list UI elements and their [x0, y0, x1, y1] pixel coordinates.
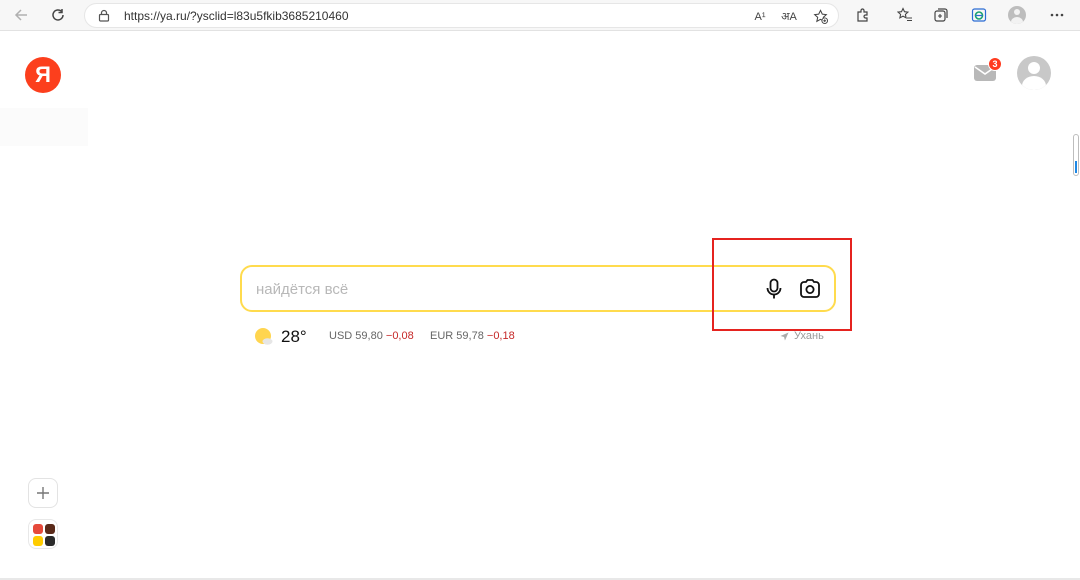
location-name: Ухань [794, 330, 824, 342]
read-aloud-icon[interactable]: A¹ [750, 8, 770, 25]
back-button[interactable] [9, 4, 33, 26]
location-link[interactable]: Ухань [780, 330, 824, 342]
app-tile [45, 524, 55, 534]
browser-toolbar: https://ya.ru/?ysclid=l83u5fkib368521046… [0, 0, 1080, 31]
reload-icon [52, 9, 64, 21]
usd-value: 59,80 [355, 330, 383, 342]
annotation-highlight-box [712, 238, 852, 331]
eur-change: −0,18 [486, 330, 515, 342]
eur-value: 59,78 [456, 330, 484, 342]
lock-icon[interactable] [98, 9, 110, 27]
app-tile [33, 524, 43, 534]
edge-logo-icon[interactable] [968, 5, 990, 25]
add-widget-button[interactable] [28, 478, 58, 508]
scrollbar-thumb[interactable] [1073, 134, 1079, 176]
usd-rate[interactable]: USD 59,80 −0,08 [329, 330, 414, 342]
profile-icon[interactable] [1006, 5, 1028, 25]
sun-cloud-icon [255, 328, 273, 345]
mail-badge: 3 [988, 57, 1002, 71]
usd-label: USD [329, 330, 353, 342]
app-tile [33, 536, 43, 546]
location-arrow-icon [780, 331, 789, 341]
sidebar-placeholder [0, 108, 88, 146]
eur-label: EUR [430, 330, 454, 342]
translate-icon[interactable]: अA [779, 8, 799, 25]
puzzle-icon[interactable] [852, 5, 874, 25]
star-list-icon[interactable] [894, 5, 916, 25]
temperature[interactable]: 28° [281, 327, 307, 347]
eur-rate[interactable]: EUR 59,78 −0,18 [430, 330, 515, 342]
plus-icon [37, 487, 49, 499]
collections-icon[interactable] [930, 5, 952, 25]
arrow-left-icon [14, 9, 27, 21]
reload-button[interactable] [46, 4, 70, 26]
usd-change: −0,08 [385, 330, 414, 342]
user-avatar[interactable] [1017, 56, 1051, 90]
more-icon[interactable] [1046, 5, 1068, 25]
apps-grid-icon[interactable] [28, 519, 58, 549]
yandex-logo[interactable]: Я [25, 57, 61, 93]
address-bar[interactable]: https://ya.ru/?ysclid=l83u5fkib368521046… [84, 3, 839, 28]
url-text[interactable]: https://ya.ru/?ysclid=l83u5fkib368521046… [124, 9, 349, 23]
app-tile [45, 536, 55, 546]
search-input[interactable] [256, 277, 736, 301]
star-plus-icon[interactable] [810, 8, 830, 25]
